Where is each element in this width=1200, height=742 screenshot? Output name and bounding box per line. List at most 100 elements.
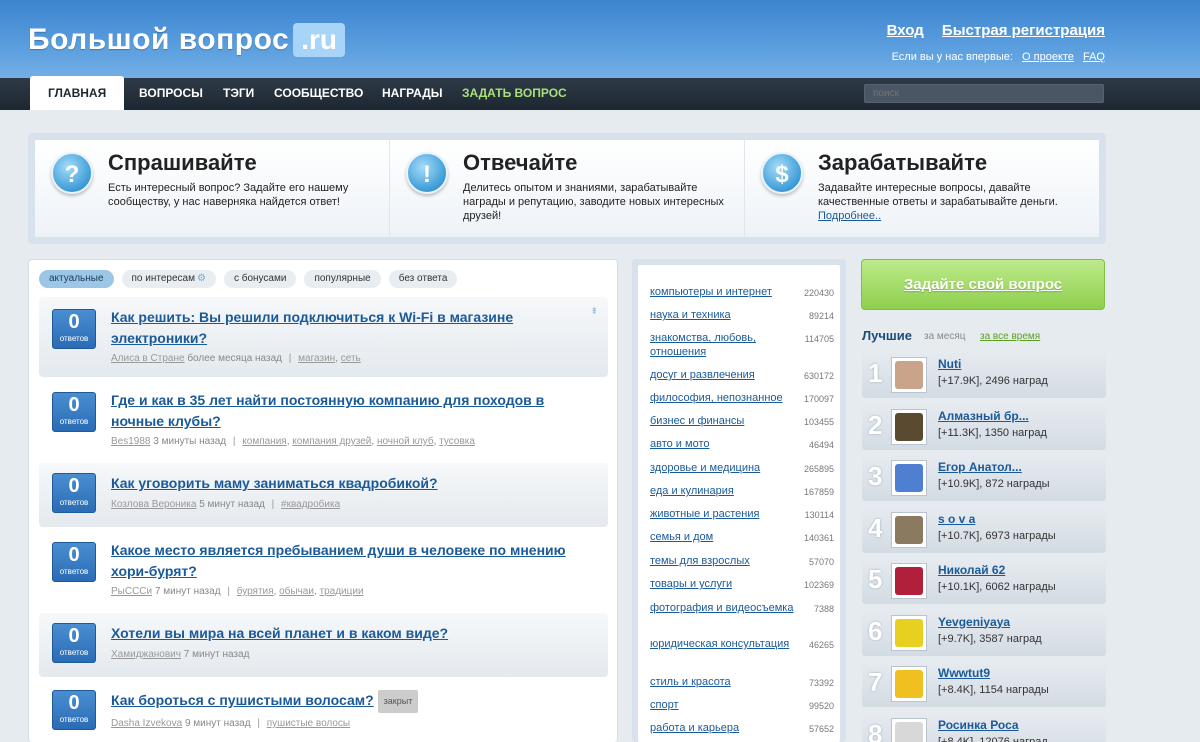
user-name[interactable]: Росинка Роса [938, 718, 1019, 732]
category-item: товары и услуги 102369 [650, 577, 840, 591]
category-link[interactable]: спорт [650, 698, 798, 712]
category-link[interactable]: товары и услуги [650, 577, 798, 591]
answer-count[interactable]: 0 ответов [52, 392, 96, 432]
user-name[interactable]: Егор Анатол... [938, 460, 1022, 474]
tab-month[interactable]: за месяц [924, 331, 966, 342]
user-stats: [+8.4K], 12076 наград [938, 735, 1048, 742]
avatar[interactable] [891, 666, 927, 702]
question-time: более месяца назад [187, 353, 282, 364]
category-link[interactable]: стиль и красота [650, 675, 798, 689]
nav-ask-question[interactable]: ЗАДАТЬ ВОПРОС [462, 78, 567, 110]
category-count: 57652 [808, 724, 834, 734]
question-title[interactable]: Как решить: Вы решили подключиться к Wi-… [111, 307, 591, 349]
question-title[interactable]: Как уговорить маму заниматься квадробико… [111, 473, 591, 494]
category-link[interactable]: наука и техника [650, 308, 798, 322]
user-name[interactable]: Yevgeniyaya [938, 615, 1010, 629]
pin-icon[interactable]: ⇞ [590, 306, 598, 317]
question-tag[interactable]: компания друзей [292, 436, 371, 447]
filter-unanswered[interactable]: без ответа [388, 270, 458, 288]
question-tag[interactable]: обычаи [279, 586, 314, 597]
answer-count[interactable]: 0 ответов [52, 473, 96, 513]
question-title-link[interactable]: Как бороться с пушистыми волосам? [111, 692, 374, 708]
category-link[interactable]: знакомства, любовь, отношения [650, 331, 798, 359]
category-link[interactable]: фотография и видеосъемка [650, 601, 798, 615]
category-link[interactable]: авто и мото [650, 437, 798, 451]
nav-awards[interactable]: НАГРАДЫ [382, 78, 443, 110]
filter-popular[interactable]: популярные [304, 270, 381, 288]
answer-count[interactable]: 0 ответов [52, 690, 96, 730]
question-author[interactable]: Хамиджанович [111, 649, 181, 660]
question-title[interactable]: Хотели вы мира на всей планет и в каком … [111, 623, 591, 644]
question-author[interactable]: Козлова Вероника [111, 499, 196, 510]
question-author[interactable]: РыССCи [111, 586, 152, 597]
category-link[interactable]: темы для взрослых [650, 554, 798, 568]
question-tag[interactable]: традиции [320, 586, 364, 597]
question-tag[interactable]: сеть [341, 353, 361, 364]
faq-link[interactable]: FAQ [1083, 51, 1105, 63]
question-tag[interactable]: тусовка [439, 436, 475, 447]
user-name[interactable]: s o v a [938, 512, 975, 526]
category-link[interactable]: работа и карьера [650, 721, 798, 735]
question-tag[interactable]: бурятия [237, 586, 274, 597]
nav-home[interactable]: ГЛАВНАЯ [30, 76, 125, 110]
avatar[interactable] [891, 614, 927, 651]
user-name[interactable]: Nuti [938, 357, 961, 371]
question-tag[interactable]: #квадробика [281, 499, 340, 510]
question-author[interactable]: Алиса в Стране [111, 353, 185, 364]
login-link[interactable]: Вход [887, 22, 924, 39]
question-tag[interactable]: компания [242, 436, 286, 447]
question-title[interactable]: Где и как в 35 лет найти постоянную комп… [111, 390, 591, 432]
filter-bonus[interactable]: с бонусами [223, 270, 297, 288]
answer-count[interactable]: 0 ответов [52, 309, 96, 349]
tab-all-time[interactable]: за все время [980, 331, 1040, 342]
user-name[interactable]: Wwwtut9 [938, 666, 990, 680]
answer-count-label: ответов [59, 417, 89, 426]
answer-count-number: 0 [68, 625, 80, 647]
category-link[interactable]: досуг и развлечения [650, 368, 798, 382]
about-link[interactable]: О проекте [1022, 51, 1074, 63]
avatar[interactable] [891, 511, 927, 548]
hero-text-body: Задавайте интересные вопросы, давайте ка… [818, 182, 1058, 208]
avatar[interactable] [891, 357, 927, 393]
nav-tags[interactable]: ТЭГИ [223, 78, 254, 110]
category-link[interactable]: компьютеры и интернет [650, 285, 798, 299]
avatar[interactable] [891, 563, 927, 599]
nav-questions[interactable]: ВОПРОСЫ [139, 78, 203, 110]
hero-panel: ? Спрашивайте Есть интересный вопрос? За… [28, 133, 1106, 244]
category-link[interactable]: бизнес и финансы [650, 414, 798, 428]
question-title[interactable]: Какое место является пребыванием души в … [111, 540, 591, 582]
question-author[interactable]: Bes1988 [111, 436, 150, 447]
category-link[interactable]: животные и растения [650, 507, 798, 521]
avatar[interactable] [891, 460, 927, 496]
category-item: бизнес и финансы 103455 [650, 414, 840, 428]
site-logo[interactable]: Большой вопрос .ru [28, 20, 345, 60]
category-link[interactable]: юридическая консультация [650, 637, 798, 651]
filter-interests[interactable]: по интересам ⚙ [121, 270, 216, 288]
avatar[interactable] [891, 408, 927, 445]
category-item: авто и мото 46494 [650, 437, 840, 451]
search-input[interactable] [864, 84, 1104, 103]
avatar[interactable] [891, 717, 927, 742]
question-author[interactable]: Dasha Izvekova [111, 718, 182, 729]
category-link[interactable]: здоровье и медицина [650, 461, 798, 475]
user-rank: 5 [868, 564, 883, 594]
question-tag[interactable]: магазин [298, 353, 335, 364]
user-name[interactable]: Николай 62 [938, 563, 1005, 577]
more-link[interactable]: Подробнее.. [818, 210, 881, 222]
category-link[interactable]: еда и кулинария [650, 484, 798, 498]
answer-count[interactable]: 0 ответов [52, 623, 96, 663]
closed-badge: закрыт [377, 690, 419, 713]
ask-question-button[interactable]: Задайте свой вопрос [861, 259, 1105, 310]
question-time: 7 минут назад [154, 586, 221, 597]
user-name[interactable]: Алмазный бр... [938, 409, 1029, 423]
category-link[interactable]: семья и дом [650, 530, 798, 544]
best-users-title: Лучшие [862, 328, 912, 343]
filter-actual[interactable]: актуальные [39, 270, 114, 288]
answer-count[interactable]: 0 ответов [52, 542, 96, 582]
question-tag[interactable]: ночной клуб [377, 436, 434, 447]
logo-text: Большой вопрос [28, 23, 290, 56]
register-link[interactable]: Быстрая регистрация [942, 22, 1105, 39]
category-link[interactable]: философия, непознанное [650, 391, 798, 405]
question-tag[interactable]: пушистые волосы [267, 718, 350, 729]
nav-community[interactable]: СООБЩЕСТВО [274, 78, 363, 110]
